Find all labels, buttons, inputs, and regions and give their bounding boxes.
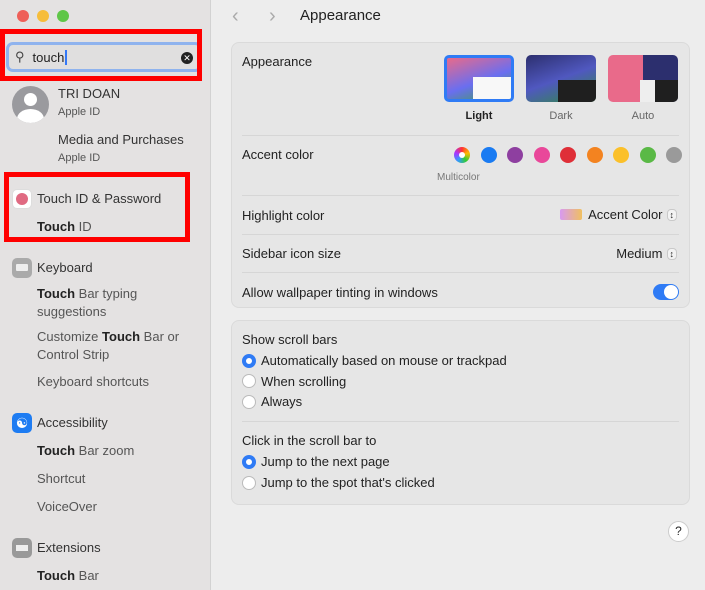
radio-spot-clicked-label[interactable]: Jump to the spot that's clicked [261,475,435,490]
sidebar-item-extensions[interactable]: Extensions [37,539,101,557]
sidebar-subitem-touch-bar[interactable]: Touch Bar [37,567,99,585]
click-scroll-bar-label: Click in the scroll bar to [242,433,377,448]
appearance-light-option[interactable] [444,55,514,102]
sidebar-subitem-touch-bar-typing[interactable]: Touch Bar typing suggestions [37,285,202,321]
highlight-box-touch-id [4,172,190,242]
sidebar-item-accessibility[interactable]: Accessibility [37,414,108,432]
radio-next-page-label[interactable]: Jump to the next page [261,454,390,469]
media-label: Media and Purchases [58,132,184,147]
accent-color-5ab946[interactable] [639,147,656,163]
sidebar-item-keyboard[interactable]: Keyboard [37,259,93,277]
accent-color-fbc02a[interactable] [613,147,629,163]
appearance-auto-option[interactable] [608,55,678,102]
highlight-swatch [560,209,583,220]
sidebar-subitem-customize-touch-bar[interactable]: Customize Touch Bar or Control Strip [37,328,202,364]
show-scroll-bars-label: Show scroll bars [242,332,338,347]
back-button[interactable]: ‹ [232,5,239,28]
highlight-color-select[interactable]: Accent Color ↕ [560,207,677,222]
sidebar-subitem-shortcut[interactable]: Shortcut [37,470,85,488]
divider [242,195,679,196]
keyboard-icon [12,258,32,278]
icon-size-value: Medium [616,246,663,261]
accent-selected-name: Multicolor [437,172,480,183]
accessibility-icon: ☯ [12,413,32,433]
accent-color-8e3fa0[interactable] [507,147,523,163]
radio-spot-clicked[interactable] [242,476,256,490]
account-sub: Apple ID [58,106,101,118]
extensions-icon [12,538,32,558]
accent-color-df2f38[interactable] [560,147,576,163]
stepper-icon: ↕ [666,247,677,260]
sidebar: ⚲ touch ✕ TRI DOAN Apple ID Media and Pu… [0,0,211,590]
highlight-box-search [0,29,202,81]
radio-always[interactable] [242,395,256,409]
scroll-card: Show scroll bars Automatically based on … [231,320,690,505]
accent-color-f38320[interactable] [586,147,603,163]
radio-when-scrolling[interactable] [242,374,256,388]
divider [242,234,679,235]
avatar[interactable] [12,86,49,123]
appearance-dark-option[interactable] [526,55,596,102]
appearance-label: Appearance [242,54,313,69]
minimize-window-button[interactable] [37,10,49,22]
wallpaper-tinting-toggle[interactable] [653,284,679,300]
media-sub: Apple ID [58,152,101,164]
help-button[interactable]: ? [668,521,689,542]
light-label: Light [465,110,493,122]
divider [242,135,679,136]
zoom-window-button[interactable] [57,10,69,22]
auto-label: Auto [631,110,655,122]
radio-always-label[interactable]: Always [261,394,302,409]
radio-automatic[interactable] [242,354,256,368]
accent-color-e9489a[interactable] [533,147,550,163]
close-window-button[interactable] [17,10,29,22]
radio-next-page[interactable] [242,455,256,469]
radio-when-scrolling-label[interactable]: When scrolling [261,374,346,389]
sidebar-subitem-keyboard-shortcuts[interactable]: Keyboard shortcuts [37,373,149,391]
radio-automatic-label[interactable]: Automatically based on mouse or trackpad [261,353,507,368]
account-name: TRI DOAN [58,86,121,101]
accent-color-multicolor[interactable] [454,147,470,163]
main-pane: ‹ › Appearance Appearance Light Dark Aut… [212,0,705,590]
sidebar-subitem-voiceover[interactable]: VoiceOver [37,498,97,516]
highlight-value: Accent Color [588,207,663,222]
media-purchases-item[interactable]: Media and Purchases Apple ID [58,131,184,167]
accent-color-9a9a9a[interactable] [666,147,682,163]
divider [242,421,679,422]
dark-label: Dark [549,110,573,122]
highlight-color-label: Highlight color [242,208,325,223]
divider [242,272,679,273]
sidebar-icon-size-select[interactable]: Medium ↕ [616,246,677,261]
appearance-card: Appearance Light Dark Auto Accent color … [231,42,690,308]
wallpaper-tinting-label: Allow wallpaper tinting in windows [242,285,438,300]
forward-button[interactable]: › [269,5,276,28]
sidebar-subitem-touch-bar-zoom[interactable]: Touch Bar zoom [37,442,134,460]
account-item[interactable]: TRI DOAN Apple ID [58,85,120,121]
accent-color-label: Accent color [242,147,314,162]
sidebar-icon-size-label: Sidebar icon size [242,246,341,261]
stepper-icon: ↕ [666,208,677,221]
page-title: Appearance [300,7,381,24]
accent-color-1a7bf2[interactable] [480,147,497,163]
